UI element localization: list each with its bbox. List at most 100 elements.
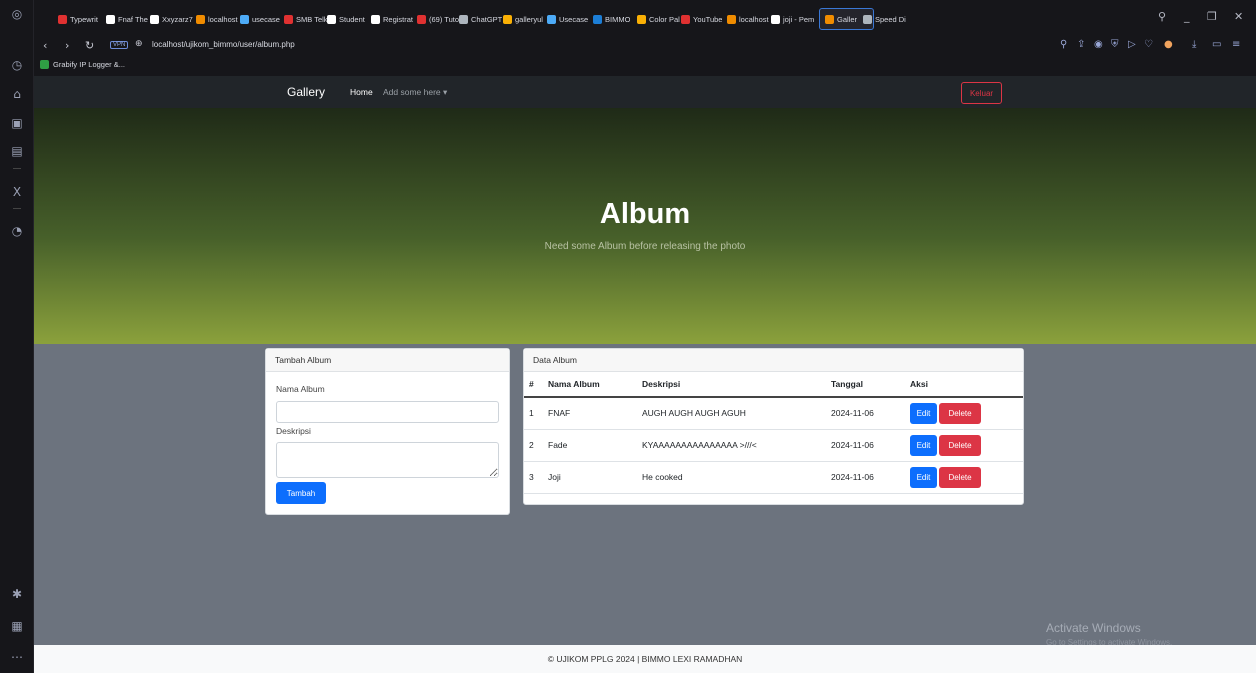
browser-tab[interactable]: ChatGPT bbox=[459, 12, 502, 26]
search-icon[interactable]: ⚲ bbox=[1060, 39, 1067, 50]
table-row: 2 Fade KYAAAAAAAAAAAAAAA >///< 2024-11-0… bbox=[524, 429, 1023, 462]
web-page: Gallery Home Add some here ▾ Keluar Albu… bbox=[34, 76, 1256, 673]
tab-favicon-icon bbox=[106, 14, 115, 24]
close-window-icon[interactable]: ✕ bbox=[1234, 10, 1243, 23]
forward-icon[interactable]: › bbox=[65, 39, 69, 52]
battery-icon[interactable]: ▭ bbox=[1212, 39, 1221, 50]
album-name-label: Nama Album bbox=[276, 384, 325, 394]
vpn-badge[interactable]: VPN bbox=[110, 41, 129, 49]
browser-tab[interactable]: localhost bbox=[727, 12, 769, 26]
twitch-icon[interactable]: ▣ bbox=[8, 114, 26, 132]
tab-favicon-icon bbox=[547, 14, 556, 24]
tab-label: localhost bbox=[208, 14, 238, 24]
minimize-icon[interactable]: _ bbox=[1184, 10, 1190, 23]
delete-button[interactable]: Delete bbox=[939, 466, 981, 488]
address-bar: ‹ › ↻ VPN ⊕ localhost/ujikom_bimmo/user/… bbox=[34, 36, 1256, 56]
speed-dial-icon[interactable]: ◷ bbox=[8, 56, 26, 74]
tab-favicon-icon bbox=[284, 14, 293, 24]
page-title: Album bbox=[599, 198, 691, 230]
history-icon[interactable]: ◔ bbox=[8, 222, 26, 240]
add-album-header: Tambah Album bbox=[266, 349, 509, 372]
nav-add-dropdown[interactable]: Add some here ▾ bbox=[383, 87, 447, 98]
tab-label: ChatGPT bbox=[471, 14, 503, 24]
bookmark-grabify[interactable]: Grabify IP Logger &... bbox=[40, 60, 125, 69]
tab-favicon-icon bbox=[417, 14, 426, 24]
browser-tab[interactable]: BIMMO bbox=[593, 12, 630, 26]
site-info-icon[interactable]: ⊕ bbox=[135, 39, 143, 49]
shopping-icon[interactable]: ⌂ bbox=[8, 85, 26, 103]
browser-tab[interactable]: Xxyzarz7 bbox=[150, 12, 193, 26]
navbar-brand[interactable]: Gallery bbox=[287, 85, 325, 99]
logout-button[interactable]: Keluar bbox=[961, 82, 1002, 104]
delete-button[interactable]: Delete bbox=[939, 434, 981, 456]
row-actions: Edit Delete bbox=[905, 429, 1023, 462]
row-description: AUGH AUGH AUGH AGUH bbox=[637, 397, 826, 430]
browser-tab[interactable]: localhost bbox=[196, 12, 238, 26]
tab-favicon-icon bbox=[637, 14, 646, 24]
extension-icon[interactable]: ✱ bbox=[8, 585, 26, 603]
reload-icon[interactable]: ↻ bbox=[85, 39, 94, 52]
snap-icon[interactable]: ❐ bbox=[1207, 10, 1217, 23]
table-row: 3 Joji He cooked 2024-11-06 Edit Delete bbox=[524, 461, 1023, 494]
row-actions: Edit Delete bbox=[905, 461, 1023, 494]
add-album-button[interactable]: Tambah bbox=[276, 482, 326, 504]
bookmarks-bar: Grabify IP Logger &... bbox=[34, 56, 1256, 76]
browser-tab[interactable]: YouTube bbox=[681, 12, 722, 26]
tab-label: Registrat bbox=[383, 14, 414, 24]
col-date: Tanggal bbox=[826, 372, 905, 398]
menu-icon[interactable]: ≡ bbox=[1232, 39, 1240, 50]
table-row: 1 FNAF AUGH AUGH AUGH AGUH 2024-11-06 Ed… bbox=[524, 397, 1023, 430]
download-icon[interactable]: ⤓ bbox=[1192, 39, 1196, 50]
heart-icon[interactable]: ♡ bbox=[1144, 39, 1153, 50]
browser-tab[interactable]: Fnaf The bbox=[106, 12, 148, 26]
snapshot-icon[interactable]: ▦ bbox=[8, 617, 26, 635]
browser-tab[interactable]: Speed Di bbox=[863, 12, 906, 26]
tab-label: Xxyzarz7 bbox=[162, 14, 193, 24]
browser-tab[interactable]: Usecase bbox=[547, 12, 588, 26]
row-description: He cooked bbox=[637, 461, 826, 494]
delete-button[interactable]: Delete bbox=[939, 402, 981, 424]
edit-button[interactable]: Edit bbox=[910, 466, 937, 488]
tab-favicon-icon bbox=[58, 14, 67, 24]
edit-button[interactable]: Edit bbox=[910, 434, 937, 456]
tab-favicon-icon bbox=[150, 14, 159, 24]
tab-favicon-icon bbox=[327, 14, 336, 24]
site-navbar: Gallery Home Add some here ▾ Keluar bbox=[34, 76, 1256, 108]
url-field[interactable]: localhost/ujikom_bimmo/user/album.php bbox=[152, 40, 295, 49]
shield-icon[interactable]: ⛨ bbox=[1111, 39, 1119, 50]
x-icon[interactable]: X bbox=[8, 183, 26, 201]
description-label: Deskripsi bbox=[276, 426, 311, 436]
browser-logo-icon[interactable]: ◎ bbox=[8, 5, 26, 23]
browser-tab[interactable]: Student bbox=[327, 12, 365, 26]
tab-label: Student bbox=[339, 14, 365, 24]
browser-tab[interactable]: Registrat bbox=[371, 12, 413, 26]
browser-tab[interactable]: SMB Telk bbox=[284, 12, 328, 26]
album-name-input[interactable] bbox=[276, 401, 499, 423]
messenger-icon[interactable]: ▤ bbox=[8, 142, 26, 160]
browser-sidebar: ◎ ◷ ⌂ ▣ ▤ X ◔ ✱ ▦ ⋯ bbox=[0, 0, 34, 673]
browser-tab[interactable]: (69) Tuto bbox=[417, 12, 459, 26]
row-date: 2024-11-06 bbox=[826, 461, 905, 494]
browser-tab[interactable]: joji - Pem bbox=[771, 12, 814, 26]
tab-label: (69) Tuto bbox=[429, 14, 460, 24]
tab-label: YouTube bbox=[693, 14, 723, 24]
browser-tab[interactable]: Typewrit bbox=[58, 12, 98, 26]
edit-button[interactable]: Edit bbox=[910, 402, 937, 424]
browser-tab[interactable]: galleryul bbox=[503, 12, 543, 26]
browser-tab[interactable]: usecase bbox=[240, 12, 280, 26]
activate-windows-title: Activate Windows bbox=[1046, 621, 1141, 635]
col-description: Deskripsi bbox=[637, 372, 826, 398]
avatar[interactable]: ● bbox=[1164, 39, 1173, 50]
description-textarea[interactable] bbox=[276, 442, 499, 478]
play-icon[interactable]: ▷ bbox=[1128, 39, 1136, 50]
tab-label: localhost bbox=[739, 14, 769, 24]
camera-icon[interactable]: ◉ bbox=[1094, 39, 1103, 50]
more-icon[interactable]: ⋯ bbox=[8, 648, 26, 666]
nav-home-link[interactable]: Home bbox=[350, 87, 373, 97]
row-description: KYAAAAAAAAAAAAAAA >///< bbox=[637, 429, 826, 462]
browser-tab[interactable]: Color Pal bbox=[637, 12, 680, 26]
share-icon[interactable]: ⇪ bbox=[1077, 39, 1085, 50]
tab-favicon-icon bbox=[825, 14, 834, 24]
back-icon[interactable]: ‹ bbox=[43, 39, 47, 52]
search-tabs-icon[interactable]: ⚲ bbox=[1158, 10, 1166, 23]
